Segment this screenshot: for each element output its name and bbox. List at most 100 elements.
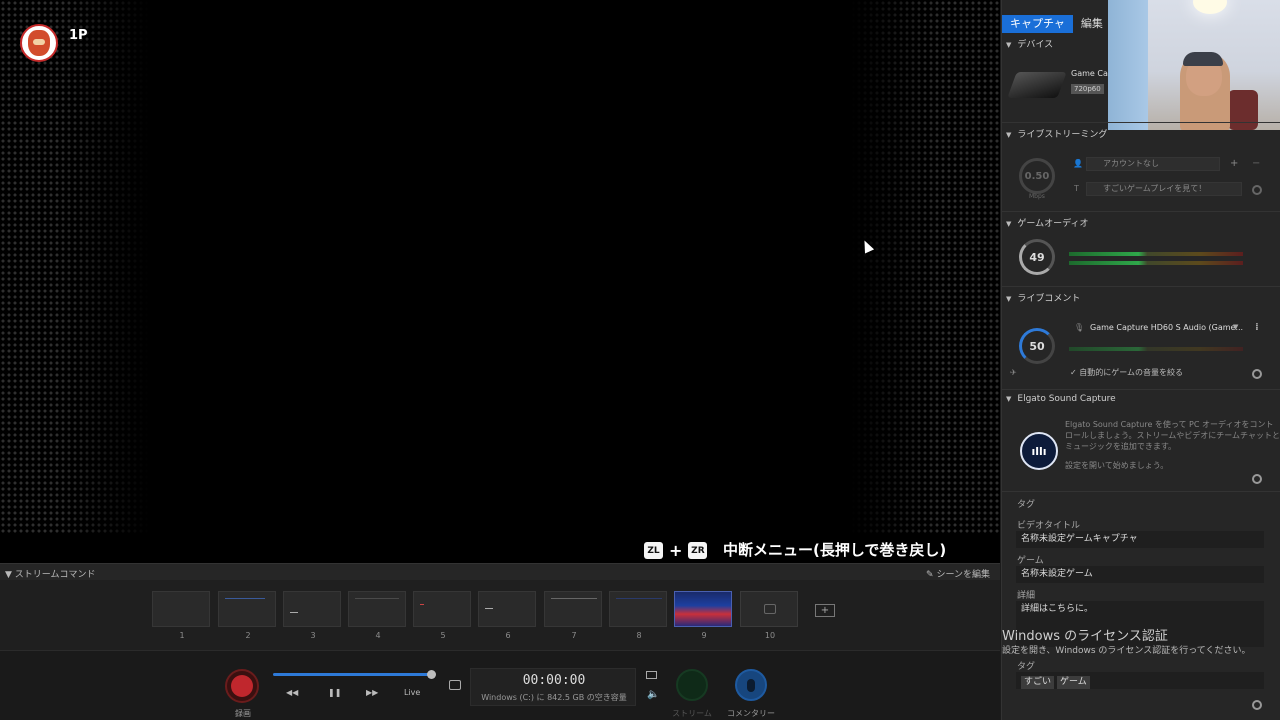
timeline-scrubber[interactable]: [427, 670, 436, 679]
auto-lower-game-volume-checkbox[interactable]: ✓ 自動的にゲームの音量を絞る: [1070, 367, 1183, 378]
commentary-device-select[interactable]: Game Capture HD60 S Audio (Game...: [1090, 323, 1243, 332]
character-icon: [28, 30, 50, 56]
game-audio-header-label: ゲームオーディオ: [1017, 219, 1089, 229]
elgato-capture-window: 1P ZL + ZR 中断メニュー(長押しで巻き戻し) ▼ ストリームコマンド …: [0, 0, 1280, 720]
live-streaming-header-label: ライブストリーミング: [1017, 130, 1108, 140]
plus-sign: +: [669, 541, 683, 560]
windows-activation-title: Windows のライセンス認証: [1002, 629, 1168, 644]
info-icon[interactable]: ⁞: [1255, 322, 1259, 333]
scene-10[interactable]: 10: [740, 591, 798, 640]
zr-key-icon: ZR: [688, 542, 708, 559]
sound-capture-description: Elgato Sound Capture を使って PC オーディオをコント ロ…: [1065, 419, 1280, 471]
stream-settings-gear-icon[interactable]: [1252, 185, 1262, 195]
commentary-level-knob[interactable]: 50: [1019, 328, 1055, 364]
scene-number: 1: [179, 631, 185, 640]
pause-button[interactable]: ❚❚: [328, 688, 341, 697]
scene-2[interactable]: 2: [218, 591, 276, 640]
edit-scenes-label: シーンを編集: [936, 570, 990, 580]
scene-number: 9: [701, 631, 707, 640]
stream-title-input[interactable]: すごいゲームプレイを見て！: [1086, 182, 1242, 196]
live-button[interactable]: Live: [404, 688, 420, 697]
game-input[interactable]: 名称未設定ゲーム: [1016, 566, 1264, 583]
bitrate-knob[interactable]: 0.50: [1019, 158, 1055, 194]
stream-command-bar: ▼ ストリームコマンド ✎ シーンを編集: [0, 563, 1000, 580]
game-label: ゲーム: [1017, 556, 1044, 566]
scene-3[interactable]: 3: [283, 591, 341, 640]
tags-input[interactable]: すごい ゲーム: [1016, 672, 1264, 689]
microphone-icon: 🎙: [1074, 323, 1085, 332]
tab-edit[interactable]: 編集: [1073, 15, 1111, 33]
detail-label: 詳細: [1017, 591, 1036, 601]
bitrate-value: 0.50: [1024, 170, 1050, 182]
commentary-level: 50: [1029, 339, 1045, 353]
add-account-button[interactable]: +: [1230, 158, 1238, 169]
live-streaming-section-header[interactable]: ライブストリーミング: [1006, 127, 1107, 140]
forward-button[interactable]: ▶▶: [366, 688, 378, 697]
scene-number: 2: [245, 631, 251, 640]
scene-5[interactable]: 5: [413, 591, 471, 640]
game-audio-meter-right: [1069, 261, 1243, 265]
scene-7[interactable]: 7: [544, 591, 602, 640]
commentary-settings-gear-icon[interactable]: [1252, 369, 1262, 379]
windows-activation-message: 設定を開き、Windows のライセンス認証を行ってください。: [1002, 646, 1251, 656]
commentary-button[interactable]: [735, 669, 767, 701]
monitor-icon[interactable]: [646, 671, 657, 679]
stream-label: ストリーム: [672, 709, 712, 718]
tag-chip[interactable]: すごい: [1021, 676, 1055, 689]
pause-menu-text: 中断メニュー(長押しで巻き戻し): [723, 541, 947, 559]
chevron-down-icon[interactable]: ▼: [1233, 323, 1238, 331]
tag-chip[interactable]: ゲーム: [1057, 676, 1090, 689]
scene-number: 4: [375, 631, 381, 640]
capture-controls: 録画 ◀◀ ❚❚ ▶▶ Live 00:00:00 Windows (C:) に…: [0, 650, 1000, 720]
timeline-bar[interactable]: [273, 673, 431, 676]
game-preview[interactable]: 1P ZL + ZR 中断メニュー(長押しで巻き戻し): [0, 0, 1000, 563]
stream-button[interactable]: [676, 669, 708, 701]
live-comment-section-header[interactable]: ライブコメント: [1006, 291, 1080, 304]
live-comment-header-label: ライブコメント: [1017, 294, 1081, 304]
stream-command-label: ストリームコマンド: [14, 570, 96, 580]
scene-9[interactable]: 9: [674, 591, 732, 640]
sound-capture-desc-line: ロールしましょう。ストリームやビデオにチームチャットと: [1065, 431, 1280, 440]
zl-key-icon: ZL: [644, 542, 663, 559]
time-display-box: 00:00:00 Windows (C:) に 842.5 GB の空き容量: [470, 668, 636, 706]
edit-scenes-link[interactable]: ✎ シーンを編集: [926, 567, 990, 580]
volume-icon[interactable]: 🔈: [647, 689, 659, 700]
commentary-label: コメンタリー: [727, 709, 775, 718]
stream-command-title[interactable]: ▼ ストリームコマンド: [5, 567, 96, 580]
scene-number: 6: [505, 631, 511, 640]
halftone-pattern-left: [0, 0, 150, 535]
sound-capture-open-settings-text: 設定を開いて始めましょう。: [1065, 461, 1169, 470]
tag-section-header: タグ: [1017, 500, 1036, 510]
sound-capture-settings-gear-icon[interactable]: [1252, 474, 1262, 484]
tags-label: タグ: [1017, 662, 1036, 672]
webcam-overlay: [1108, 0, 1280, 130]
sound-capture-waveform-icon: ıllı: [1020, 432, 1058, 470]
time-display: 00:00:00: [522, 673, 586, 688]
account-select[interactable]: アカウントなし: [1086, 157, 1220, 171]
scene-number: 3: [310, 631, 316, 640]
sound-capture-section-header[interactable]: Elgato Sound Capture: [1006, 394, 1115, 404]
ducking-icon: ✈: [1010, 368, 1017, 377]
metadata-settings-gear-icon[interactable]: [1252, 700, 1262, 710]
game-audio-knob[interactable]: 49: [1019, 239, 1055, 275]
snapshot-camera-icon[interactable]: [449, 680, 461, 690]
scene-1[interactable]: 1: [152, 591, 210, 640]
scene-list: 1 2 3 4 5 6 7 8 9 10 +: [0, 580, 1000, 650]
game-audio-level: 49: [1029, 250, 1045, 264]
device-header-label: デバイス: [1017, 40, 1054, 50]
scene-4[interactable]: 4: [348, 591, 406, 640]
device-section-header[interactable]: デバイス: [1006, 37, 1053, 50]
scene-number: 10: [764, 631, 776, 640]
game-audio-section-header[interactable]: ゲームオーディオ: [1006, 216, 1089, 229]
commentary-meter: [1069, 347, 1243, 351]
video-title-input[interactable]: 名称未設定ゲームキャプチャ: [1016, 531, 1264, 548]
scene-6[interactable]: 6: [478, 591, 536, 640]
scene-number: 7: [571, 631, 577, 640]
remove-account-button[interactable]: −: [1252, 158, 1260, 169]
record-button[interactable]: [225, 669, 259, 703]
tab-capture[interactable]: キャプチャ: [1002, 15, 1073, 33]
record-icon: [231, 675, 253, 697]
rewind-button[interactable]: ◀◀: [286, 688, 298, 697]
add-scene-button[interactable]: +: [815, 604, 835, 617]
scene-8[interactable]: 8: [609, 591, 667, 640]
